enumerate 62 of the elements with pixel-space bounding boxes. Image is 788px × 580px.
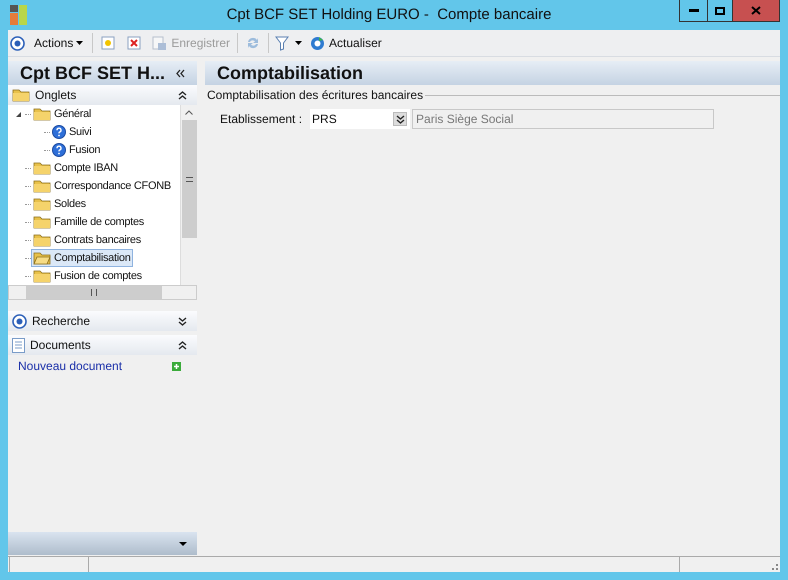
section-title: Documents — [30, 337, 92, 354]
description-field: Paris Siège Social — [412, 109, 714, 129]
window-title: Cpt BCF SET Holding EURO - Compte bancaire — [226, 4, 552, 25]
caret-icon — [295, 41, 302, 45]
field-label: Etablissement : — [220, 111, 302, 128]
folder-icon — [33, 233, 51, 247]
collapse-left-icon[interactable] — [176, 68, 185, 78]
actions-menu-button[interactable]: Actions — [29, 32, 88, 54]
section-title: Onglets — [35, 87, 78, 104]
folder-icon — [33, 269, 51, 283]
tree-item[interactable]: Famille de comptes — [31, 213, 146, 231]
open-folder-icon — [33, 251, 51, 265]
target-icon — [12, 314, 27, 328]
tree-item[interactable]: Fusion — [50, 141, 102, 159]
resize-grip-icon[interactable] — [772, 564, 778, 570]
tree-item[interactable]: Compte IBAN — [31, 159, 120, 177]
folder-icon — [33, 215, 51, 229]
expanded-icon[interactable] — [14, 110, 22, 118]
caret-icon — [76, 41, 84, 45]
collapse-icon[interactable] — [178, 340, 187, 350]
reload-icon — [310, 36, 326, 50]
expand-icon[interactable] — [178, 316, 187, 326]
new-document-link[interactable]: Nouveau document — [18, 357, 172, 375]
caret-icon — [179, 542, 187, 546]
folder-icon — [33, 107, 51, 121]
add-icon[interactable] — [172, 362, 181, 370]
tree-item[interactable]: Correspondance CFONB — [31, 177, 173, 195]
close-icon — [751, 6, 761, 15]
page-title: Comptabilisation — [217, 62, 364, 85]
question-icon — [52, 125, 66, 139]
tree-item[interactable]: Comptabilisation — [31, 249, 133, 267]
target-icon — [10, 36, 25, 50]
section-header[interactable]: Recherche — [8, 311, 197, 331]
delete-icon — [127, 36, 142, 50]
establishment-dropdown[interactable]: PRS — [310, 109, 410, 129]
app-logo-icon — [10, 5, 27, 25]
question-icon — [52, 143, 66, 157]
scroll-up-icon[interactable] — [185, 110, 193, 115]
group-title: Comptabilisation des écritures bancaires — [207, 87, 424, 104]
save-icon — [152, 36, 168, 50]
folder-icon — [12, 88, 30, 102]
document-icon — [12, 338, 25, 352]
folder-icon — [33, 179, 51, 193]
tree-item[interactable]: Suivi — [50, 123, 94, 141]
collapse-icon[interactable] — [178, 90, 187, 100]
filter-icon — [275, 36, 290, 50]
vertical-scrollbar[interactable] — [180, 105, 197, 285]
folder-icon — [33, 197, 51, 211]
tree-item[interactable]: Contrats bancaires — [31, 231, 143, 249]
tree-item[interactable]: Fusion de comptes — [31, 267, 144, 285]
tree-item[interactable]: Général — [31, 105, 94, 123]
new-document-icon — [101, 36, 116, 50]
expand-icon[interactable] — [396, 114, 405, 124]
reload-button[interactable]: Actualiser — [308, 32, 384, 54]
section-header[interactable]: Onglets — [8, 85, 197, 105]
sidebar-title: Cpt BCF SET H... — [20, 62, 166, 85]
section-header[interactable]: Documents — [8, 335, 197, 355]
tree-item[interactable]: Soldes — [31, 195, 88, 213]
folder-icon — [33, 161, 51, 175]
horizontal-scrollbar[interactable] — [8, 285, 197, 300]
section-title: Recherche — [32, 313, 92, 330]
close-button[interactable] — [733, 0, 779, 21]
